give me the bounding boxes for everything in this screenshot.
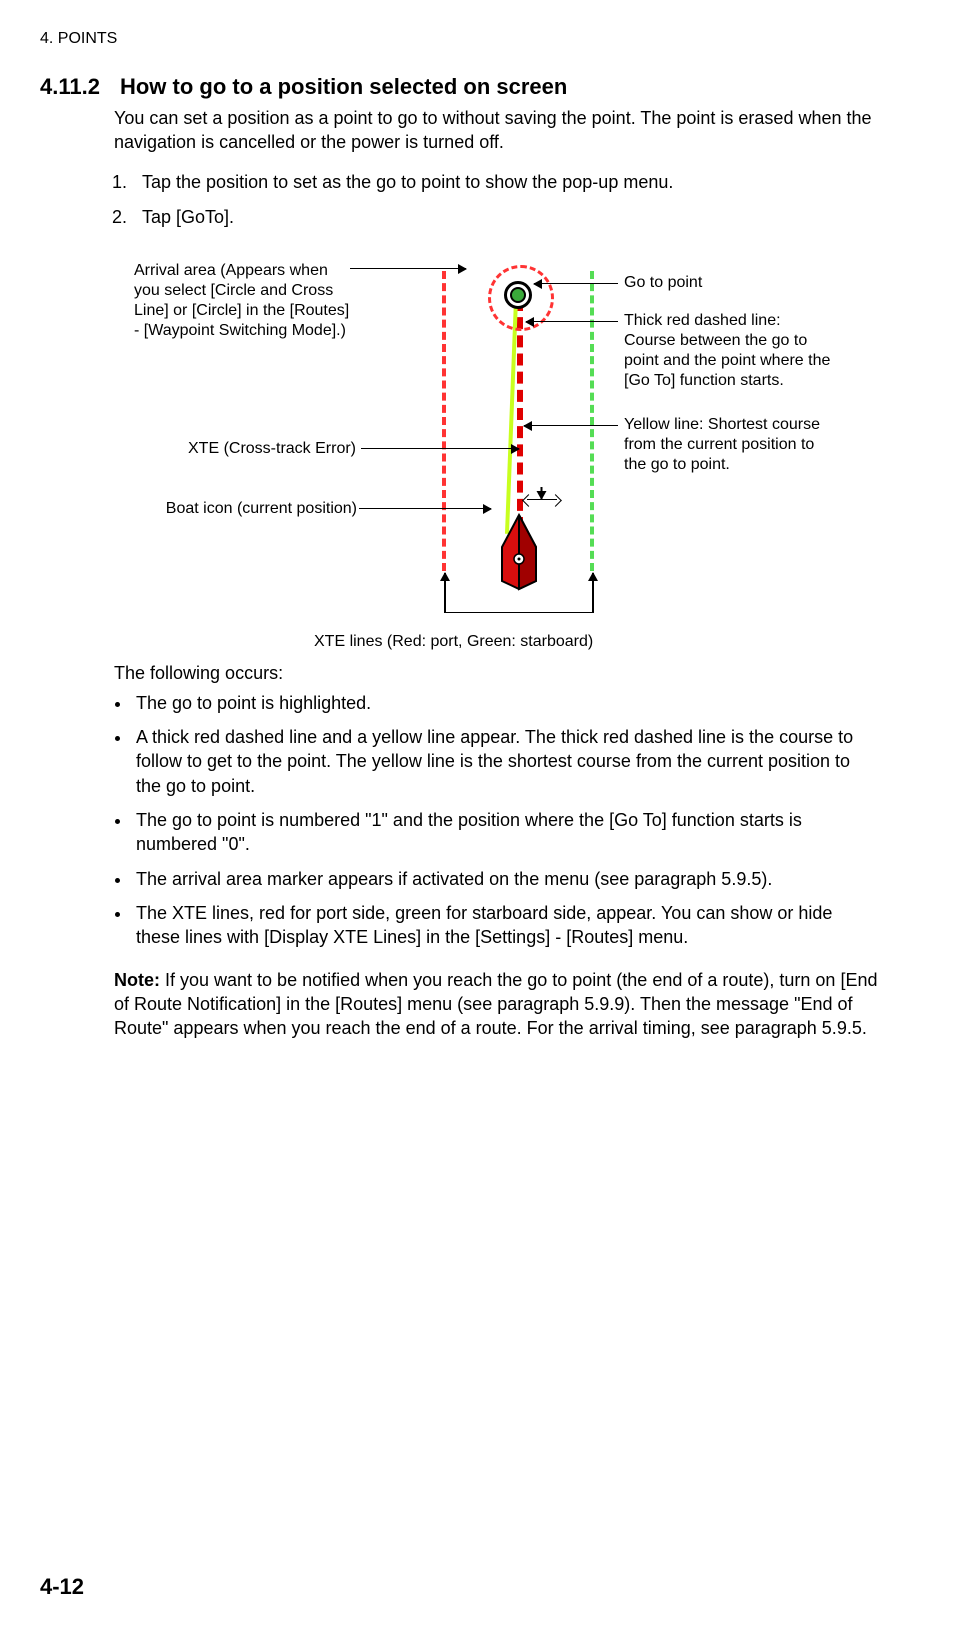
bullet-4: The arrival area marker appears if activ… bbox=[132, 867, 879, 891]
note-text: If you want to be notified when you reac… bbox=[114, 970, 877, 1039]
arrow-xte-down bbox=[541, 487, 543, 499]
label-xte-lines: XTE lines (Red: port, Green: starboard) bbox=[314, 633, 593, 651]
arrow-xte-stbd-up bbox=[592, 573, 594, 613]
bullet-3: The go to point is numbered "1" and the … bbox=[132, 808, 879, 857]
xte-line-starboard bbox=[590, 271, 594, 571]
arrow-xte bbox=[361, 448, 519, 450]
result-bullets: The go to point is highlighted. A thick … bbox=[114, 691, 879, 950]
page: 4. POINTS 4.11.2 How to go to a position… bbox=[0, 0, 969, 1640]
intro-paragraph: You can set a position as a point to go … bbox=[114, 106, 879, 155]
xte-line-port bbox=[442, 271, 446, 571]
xte-join-line bbox=[444, 612, 593, 614]
step-2: Tap [GoTo]. bbox=[132, 204, 879, 231]
section-title: How to go to a position selected on scre… bbox=[120, 74, 567, 100]
arrow-thick-red bbox=[526, 321, 618, 323]
arrow-goto bbox=[534, 283, 618, 285]
label-yellow: Yellow line: Shortest course from the cu… bbox=[624, 415, 834, 475]
following-occurs: The following occurs: bbox=[114, 661, 879, 685]
arrow-xte-port-up bbox=[444, 573, 446, 613]
goto-point-marker-inner bbox=[510, 287, 526, 303]
note-paragraph: Note: If you want to be notified when yo… bbox=[114, 968, 879, 1041]
label-boat: Boat icon (current position) bbox=[142, 499, 357, 519]
course-dashed-red bbox=[517, 299, 523, 529]
arrow-yellow bbox=[524, 425, 618, 427]
boat-icon bbox=[496, 513, 542, 591]
note-label: Note: bbox=[114, 970, 160, 990]
label-xte: XTE (Cross-track Error) bbox=[176, 439, 356, 459]
bullet-5: The XTE lines, red for port side, green … bbox=[132, 901, 879, 950]
diagram-center bbox=[442, 271, 602, 591]
page-number: 4-12 bbox=[40, 1574, 84, 1600]
section-heading: 4.11.2 How to go to a position selected … bbox=[40, 74, 879, 100]
arrow-arrival bbox=[350, 268, 466, 270]
label-goto: Go to point bbox=[624, 273, 702, 293]
bullet-1: The go to point is highlighted. bbox=[132, 691, 879, 715]
section-number: 4.11.2 bbox=[40, 74, 100, 100]
arrow-boat bbox=[359, 508, 491, 510]
steps-list: Tap the position to set as the go to poi… bbox=[114, 169, 879, 231]
label-arrival-area: Arrival area (Appears when you select [C… bbox=[134, 261, 354, 341]
bullet-2: A thick red dashed line and a yellow lin… bbox=[132, 725, 879, 798]
goto-diagram: Arrival area (Appears when you select [C… bbox=[114, 251, 894, 651]
step-1: Tap the position to set as the go to poi… bbox=[132, 169, 879, 196]
running-header: 4. POINTS bbox=[40, 30, 879, 48]
label-thick-red: Thick red dashed line: Course between th… bbox=[624, 311, 834, 391]
